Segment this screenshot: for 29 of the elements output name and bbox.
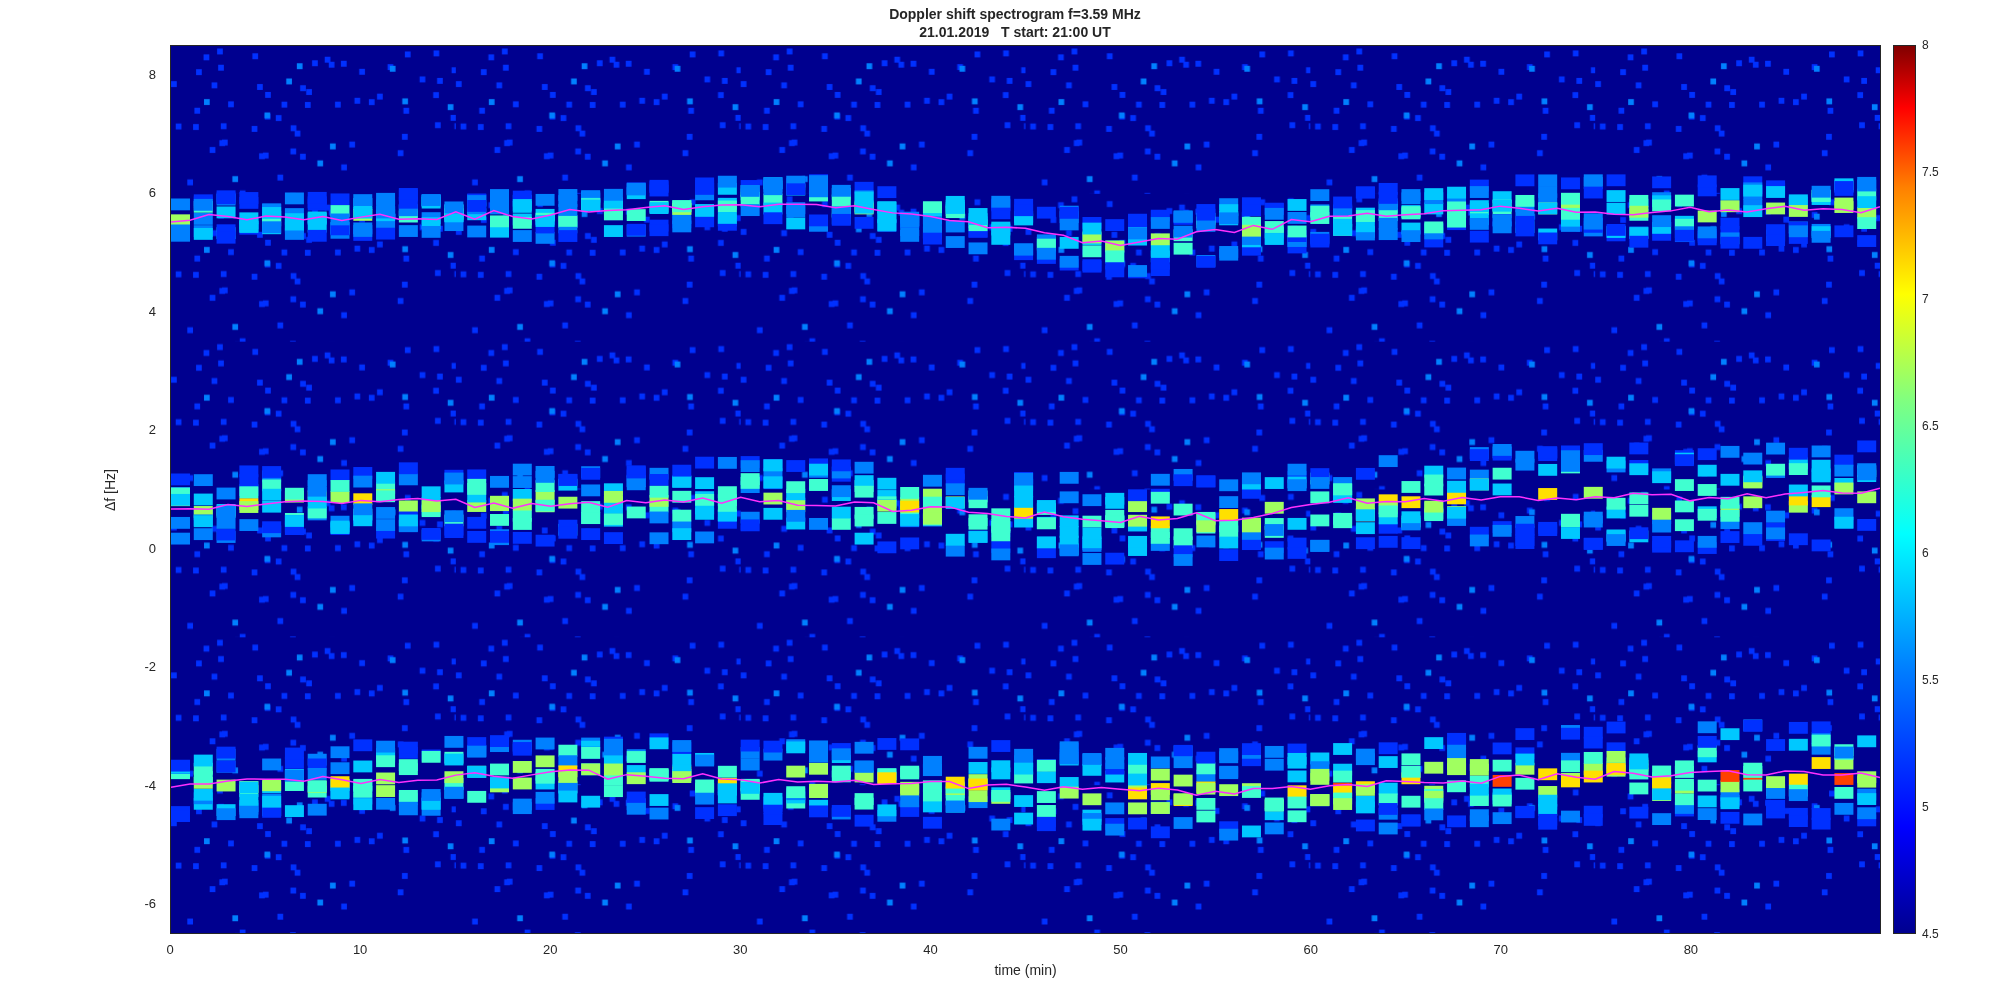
y-tick-label: 6 [148, 184, 156, 203]
x-tick-label: 50 [1113, 941, 1128, 959]
y-tick-label: 2 [148, 421, 156, 440]
colorbar-tick-label: 7 [1922, 291, 1929, 308]
chart-subtitle: 21.01.2019 T start: 21:00 UT [919, 22, 1111, 41]
x-tick-label: 20 [543, 941, 558, 959]
x-tick-label: 60 [1303, 941, 1318, 959]
x-tick-label: 10 [352, 941, 368, 959]
colorbar-tick-label: 4.5 [1922, 926, 1939, 943]
y-tick-label: 8 [148, 65, 156, 84]
y-tick-label: -6 [144, 895, 156, 914]
colorbar-tick-label: 6 [1922, 545, 1929, 562]
colorbar-tick-label: 6.5 [1922, 418, 1939, 435]
x-tick-label: 40 [923, 941, 938, 959]
colorbar-tick-label: 5 [1922, 799, 1929, 816]
x-tick-label: 80 [1683, 941, 1699, 959]
y-tick-label: -4 [144, 777, 156, 796]
chart-title: Doppler shift spectrogram f=3.59 MHz [889, 4, 1141, 23]
y-tick-label: -2 [144, 658, 156, 677]
colorbar-tick-label: 7.5 [1922, 164, 1939, 181]
x-tick-label: 70 [1493, 941, 1508, 959]
colorbar-tick-label: 8 [1922, 37, 1929, 54]
x-tick-label: 0 [166, 941, 174, 959]
x-tick-label: 30 [733, 941, 748, 959]
colorbar-tick-label: 5.5 [1922, 672, 1939, 689]
y-tick-label: 0 [148, 540, 156, 558]
y-axis-label: Δf [Hz] [100, 469, 119, 511]
x-axis-label: time (min) [994, 961, 1057, 980]
y-tick-label: 4 [148, 302, 156, 321]
